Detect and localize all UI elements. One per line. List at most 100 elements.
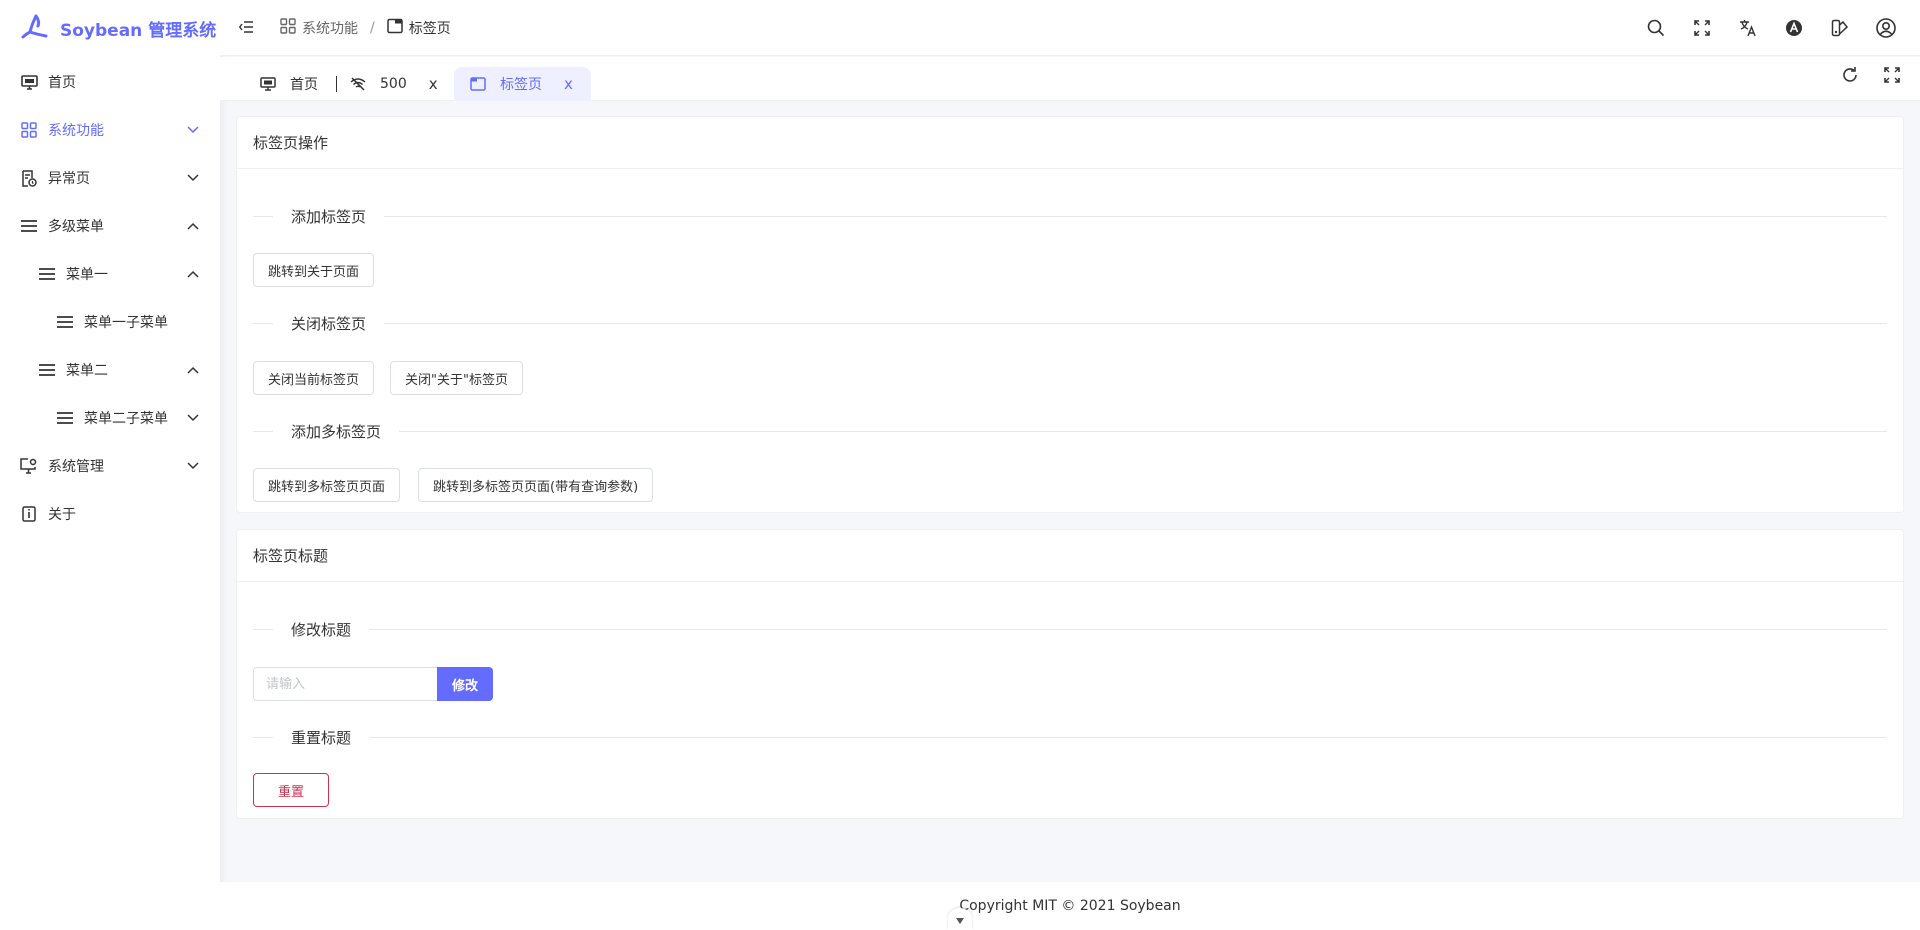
sidebar-item-label: 首页	[48, 75, 76, 91]
tab-label: 标签页	[500, 77, 542, 93]
sidebar: Soybean 管理系统 首页 系统功能 异常页 多级菜单 菜单一 菜单一子菜单…	[0, 0, 220, 930]
card-title: 标签页标题	[237, 530, 1903, 582]
breadcrumb-item-system-features[interactable]: 系统功能	[280, 17, 358, 38]
footer: Copyright MIT © 2021 Soybean	[220, 882, 1920, 930]
theme-palette-icon[interactable]	[1828, 16, 1852, 40]
section-title: 添加标签页	[291, 207, 367, 226]
user-avatar-icon[interactable]	[1874, 16, 1898, 40]
section-title: 修改标题	[291, 620, 352, 639]
tab-operations-card: 标签页操作 添加标签页 跳转到关于页面 关闭标签页 关闭当前标签页 关闭"关于"…	[236, 116, 1904, 513]
sidebar-collapse-button[interactable]	[232, 14, 260, 42]
chevron-up-icon	[186, 363, 200, 377]
top-header: 系统功能 / 标签页	[220, 0, 1920, 56]
close-about-tab-button[interactable]: 关闭"关于"标签页	[390, 361, 523, 395]
chevron-down-icon	[955, 910, 965, 929]
tabbar-actions	[1842, 67, 1900, 87]
tab-tabs-page[interactable]: 标签页 x	[454, 67, 591, 101]
hamburger-menu-icon	[38, 265, 56, 283]
sidebar-item-system-management[interactable]: 系统管理	[0, 442, 220, 490]
theme-mode-icon[interactable]	[1782, 16, 1806, 40]
section-divider-reset: 重置标题	[253, 727, 1887, 747]
tab-divider	[336, 76, 337, 92]
goto-about-button[interactable]: 跳转到关于页面	[253, 253, 375, 287]
sidebar-menu: 首页 系统功能 异常页 多级菜单 菜单一 菜单一子菜单 菜单二 菜单二子菜单 系…	[0, 56, 220, 538]
chevron-down-icon	[186, 123, 200, 137]
sidebar-item-label: 异常页	[48, 171, 90, 187]
tab-close-button[interactable]: x	[564, 76, 573, 92]
menu-fold-icon	[238, 18, 253, 37]
wifi-off-icon	[350, 76, 366, 92]
sidebar-item-label: 菜单二子菜单	[84, 411, 168, 427]
sidebar-item-home[interactable]: 首页	[0, 58, 220, 106]
sidebar-item-label: 多级菜单	[48, 219, 104, 235]
tab-close-button[interactable]: x	[429, 76, 438, 92]
sidebar-item-label: 系统管理	[48, 459, 104, 475]
reset-title-button[interactable]: 重置	[253, 773, 330, 807]
sidebar-item-exception[interactable]: 异常页	[0, 154, 220, 202]
sidebar-item-menu-one-child[interactable]: 菜单一子菜单	[0, 298, 220, 346]
sidebar-item-about[interactable]: 关于	[0, 490, 220, 538]
section-divider-close: 关闭标签页	[253, 313, 1887, 333]
sidebar-item-label: 系统功能	[48, 123, 104, 139]
hamburger-menu-icon	[38, 361, 56, 379]
breadcrumb-current-label: 标签页	[408, 20, 451, 37]
section-title: 关闭标签页	[291, 314, 367, 333]
breadcrumb-parent-label: 系统功能	[302, 20, 358, 37]
reload-icon[interactable]	[1842, 67, 1858, 87]
monitor-settings-icon	[20, 457, 38, 475]
tab-label: 首页	[290, 77, 318, 93]
search-icon[interactable]	[1644, 16, 1668, 40]
info-icon	[20, 505, 38, 523]
chevron-down-icon	[186, 459, 200, 473]
tab-window-icon	[470, 76, 486, 92]
hamburger-menu-icon	[56, 313, 74, 331]
section-divider-multi: 添加多标签页	[253, 421, 1887, 441]
chevron-down-icon	[186, 171, 200, 185]
sidebar-item-label: 菜单二	[66, 363, 108, 379]
title-input[interactable]	[253, 667, 437, 701]
copyright-text: Copyright MIT © 2021 Soybean	[959, 898, 1181, 914]
card-title: 标签页操作	[237, 117, 1903, 169]
app-title: Soybean 管理系统	[60, 20, 217, 41]
hamburger-menu-icon	[56, 409, 74, 427]
goto-multi-tab-button[interactable]: 跳转到多标签页页面	[253, 468, 401, 502]
goto-multi-tab-query-button[interactable]: 跳转到多标签页页面(带有查询参数)	[418, 468, 654, 502]
title-input-group: 修改	[253, 667, 493, 701]
section-divider-modify: 修改标题	[253, 619, 1887, 639]
monitor-icon	[260, 76, 276, 92]
chevron-down-icon	[186, 411, 200, 425]
monitor-icon	[20, 73, 38, 91]
section-divider-add: 添加标签页	[253, 206, 1887, 226]
fullscreen-icon[interactable]	[1690, 16, 1714, 40]
sidebar-item-label: 菜单一子菜单	[84, 315, 168, 331]
tab-bar: 首页 500 x 标签页 x	[220, 57, 1920, 101]
header-actions	[1644, 16, 1920, 40]
sidebar-item-label: 关于	[48, 507, 76, 523]
translate-icon[interactable]	[1736, 16, 1760, 40]
tab-label: 500	[380, 76, 407, 92]
tab-500[interactable]: 500 x	[350, 67, 438, 101]
hamburger-menu-icon	[20, 217, 38, 235]
sidebar-item-multi-menu[interactable]: 多级菜单	[0, 202, 220, 250]
sidebar-item-label: 菜单一	[66, 267, 108, 283]
tab-home[interactable]: 首页	[260, 67, 318, 101]
logo[interactable]: Soybean 管理系统	[0, 0, 220, 56]
tab-window-icon	[386, 18, 403, 38]
modify-title-button[interactable]: 修改	[437, 667, 493, 701]
chevron-up-icon	[186, 219, 200, 233]
sidebar-item-menu-one[interactable]: 菜单一	[0, 250, 220, 298]
tab-title-card: 标签页标题 修改标题 修改 重置标题 重置	[236, 529, 1904, 819]
soybean-logo-icon	[20, 12, 52, 44]
sidebar-item-menu-two-child[interactable]: 菜单二子菜单	[0, 394, 220, 442]
document-warning-icon	[20, 169, 38, 187]
breadcrumb: 系统功能 / 标签页	[280, 17, 451, 38]
sidebar-item-menu-two[interactable]: 菜单二	[0, 346, 220, 394]
grid-icon	[280, 17, 296, 38]
breadcrumb-item-current: 标签页	[386, 18, 451, 38]
grid-icon	[20, 121, 38, 139]
close-current-tab-button[interactable]: 关闭当前标签页	[253, 361, 375, 395]
fullscreen-content-icon[interactable]	[1884, 67, 1900, 87]
sidebar-item-system-features[interactable]: 系统功能	[0, 106, 220, 154]
section-title: 重置标题	[291, 728, 352, 747]
footer-toggle-button[interactable]	[948, 908, 972, 930]
